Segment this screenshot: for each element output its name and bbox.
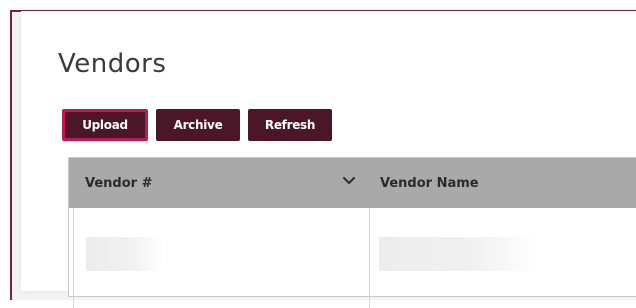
- loading-placeholder: [379, 237, 539, 271]
- column-header-vendor-name[interactable]: Vendor Name: [380, 158, 636, 208]
- grid-header: Vendor # Vendor Name: [69, 158, 636, 208]
- loading-placeholder: [86, 237, 164, 271]
- upload-button[interactable]: Upload: [62, 109, 148, 141]
- column-header-vendor-number[interactable]: Vendor #: [85, 158, 355, 208]
- column-header-label: Vendor #: [85, 175, 153, 191]
- chevron-down-icon[interactable]: [342, 174, 356, 188]
- column-divider: [369, 208, 370, 308]
- archive-button[interactable]: Archive: [156, 109, 240, 141]
- row-divider: [73, 208, 74, 308]
- toolbar: Upload Archive Refresh: [62, 109, 332, 141]
- page-title: Vendors: [58, 49, 167, 79]
- vendors-grid: Vendor # Vendor Name: [68, 157, 636, 308]
- column-header-label: Vendor Name: [380, 175, 479, 191]
- refresh-button[interactable]: Refresh: [248, 109, 332, 141]
